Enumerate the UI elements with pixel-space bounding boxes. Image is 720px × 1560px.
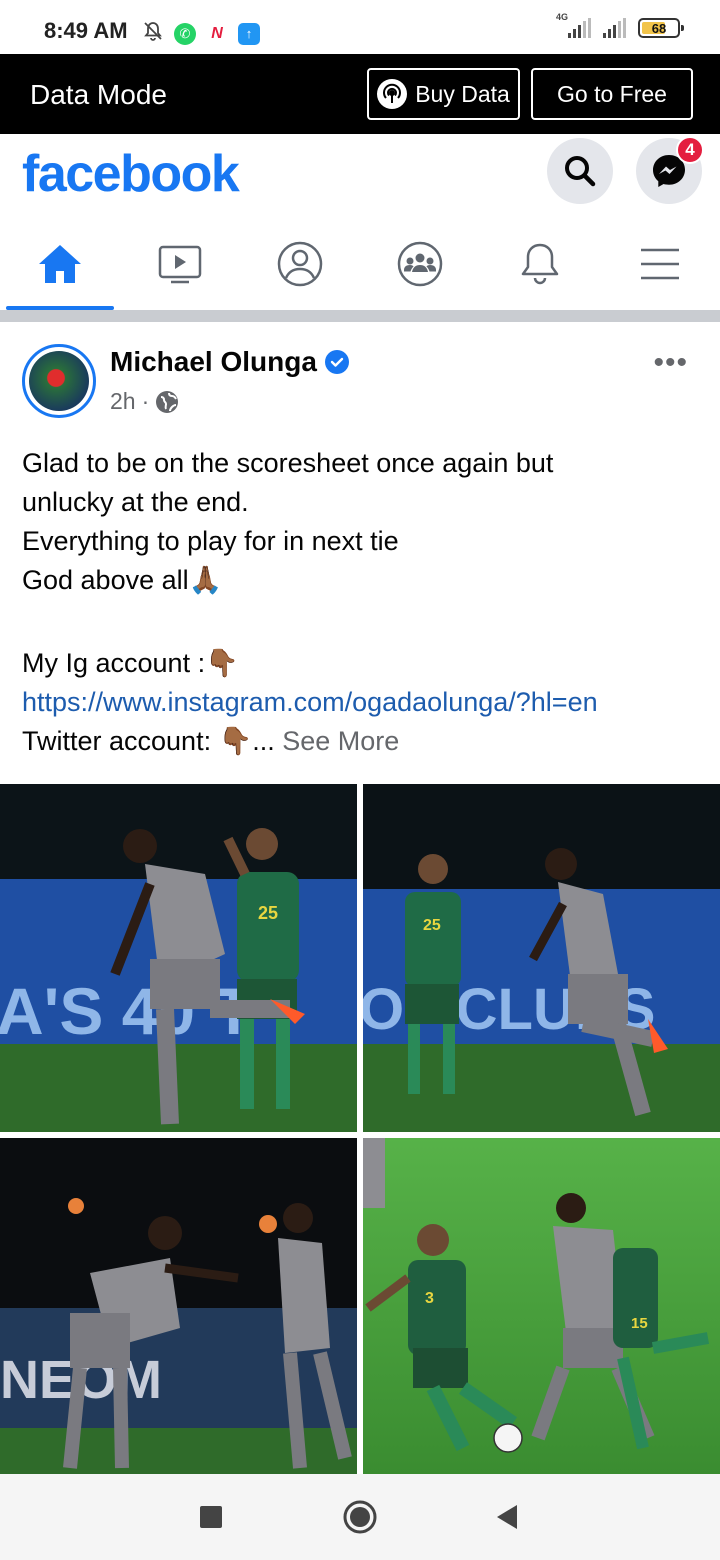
jersey-number: 15 bbox=[631, 1315, 648, 1332]
notification-icons: ✆ N ↑ bbox=[142, 20, 260, 47]
upload-icon: ↑ bbox=[238, 22, 260, 45]
facebook-logo[interactable]: facebook bbox=[22, 144, 240, 204]
tab-home[interactable] bbox=[0, 218, 120, 310]
post-meta: 2h · bbox=[110, 388, 179, 415]
author-name[interactable]: Michael Olunga bbox=[110, 346, 317, 378]
signal-icon bbox=[603, 18, 626, 38]
see-more-link[interactable]: See More bbox=[282, 726, 399, 756]
broadcast-icon bbox=[377, 79, 408, 109]
data-mode-bar: Data Mode Buy Data Go to Free bbox=[0, 54, 720, 134]
tab-watch[interactable] bbox=[120, 218, 240, 310]
profile-icon bbox=[277, 241, 323, 287]
whatsapp-icon: ✆ bbox=[174, 22, 196, 45]
back-button[interactable] bbox=[495, 1500, 519, 1539]
recents-button[interactable] bbox=[200, 1500, 222, 1539]
go-to-free-button[interactable]: Go to Free bbox=[531, 68, 693, 120]
buy-data-button[interactable]: Buy Data bbox=[367, 68, 520, 120]
tab-profile[interactable] bbox=[240, 218, 360, 310]
instagram-link[interactable]: https://www.instagram.com/ogadaolunga/?h… bbox=[22, 687, 598, 717]
back-triangle-icon bbox=[497, 1505, 517, 1529]
buy-data-label: Buy Data bbox=[415, 80, 510, 107]
home-icon bbox=[39, 245, 81, 283]
mute-icon bbox=[142, 20, 164, 47]
battery-percent: 68 bbox=[651, 20, 667, 36]
news-icon: N bbox=[206, 22, 228, 45]
photo-4[interactable]: 3 15 bbox=[363, 1138, 720, 1474]
data-mode-title: Data Mode bbox=[30, 79, 167, 110]
status-bar: 8:49 AM ✆ N ↑ 4G 68 bbox=[0, 0, 720, 54]
photo-1[interactable]: A'S 40 T 25 bbox=[0, 784, 357, 1132]
post-line-2: unlucky at the end. bbox=[22, 487, 249, 517]
circle-home-icon bbox=[343, 1500, 377, 1534]
groups-icon bbox=[397, 241, 443, 287]
post-options-button[interactable]: ••• bbox=[653, 346, 688, 380]
hamburger-icon bbox=[641, 248, 679, 280]
photo-grid: A'S 40 T 25 OF CLUBS 25 3 15 bbox=[0, 784, 720, 1474]
post-time[interactable]: 2h bbox=[110, 388, 136, 415]
search-button[interactable] bbox=[547, 138, 613, 204]
system-status-icons: 4G 68 bbox=[556, 12, 684, 38]
tab-menu[interactable] bbox=[600, 218, 720, 310]
tab-groups[interactable] bbox=[360, 218, 480, 310]
video-icon bbox=[158, 245, 202, 284]
square-icon bbox=[200, 1506, 222, 1528]
bell-icon bbox=[521, 243, 559, 285]
ig-label: My Ig account :👇🏾 bbox=[22, 648, 239, 678]
verified-badge-icon bbox=[324, 350, 349, 374]
messenger-badge: 4 bbox=[676, 136, 704, 164]
post-line-3: Everything to play for in next tie bbox=[22, 526, 399, 556]
post-line-1: Glad to be on the scoresheet once again … bbox=[22, 448, 554, 478]
system-nav-bar bbox=[0, 1474, 720, 1560]
jersey-number: 25 bbox=[258, 903, 278, 923]
home-button[interactable] bbox=[343, 1500, 377, 1539]
app-header: facebook 4 bbox=[0, 134, 720, 218]
meta-separator: · bbox=[141, 388, 150, 414]
photo-3[interactable]: NEOM bbox=[0, 1138, 357, 1474]
feed-divider bbox=[0, 310, 720, 322]
network-type: 4G bbox=[556, 12, 569, 22]
globe-icon bbox=[156, 390, 179, 413]
post-header: Michael Olunga 2h · ••• bbox=[0, 322, 720, 432]
twitter-label: Twitter account: 👇🏾... bbox=[22, 726, 283, 756]
messenger-button[interactable]: 4 bbox=[636, 136, 704, 204]
tab-notifications[interactable] bbox=[480, 218, 600, 310]
photo-2[interactable]: OF CLUBS 25 bbox=[363, 784, 720, 1132]
battery-icon: 68 bbox=[638, 18, 684, 38]
author-name-row: Michael Olunga bbox=[110, 346, 349, 378]
signal-4g-icon: 4G bbox=[556, 12, 591, 38]
post-line-4: God above all🙏🏾 bbox=[22, 565, 223, 595]
jersey-number: 25 bbox=[423, 917, 441, 934]
jersey-number: 3 bbox=[425, 1290, 434, 1307]
main-nav bbox=[0, 218, 720, 310]
search-icon bbox=[565, 156, 596, 187]
status-time: 8:49 AM bbox=[44, 18, 128, 43]
post-body: Glad to be on the scoresheet once again … bbox=[22, 444, 712, 761]
author-avatar[interactable] bbox=[22, 344, 96, 418]
